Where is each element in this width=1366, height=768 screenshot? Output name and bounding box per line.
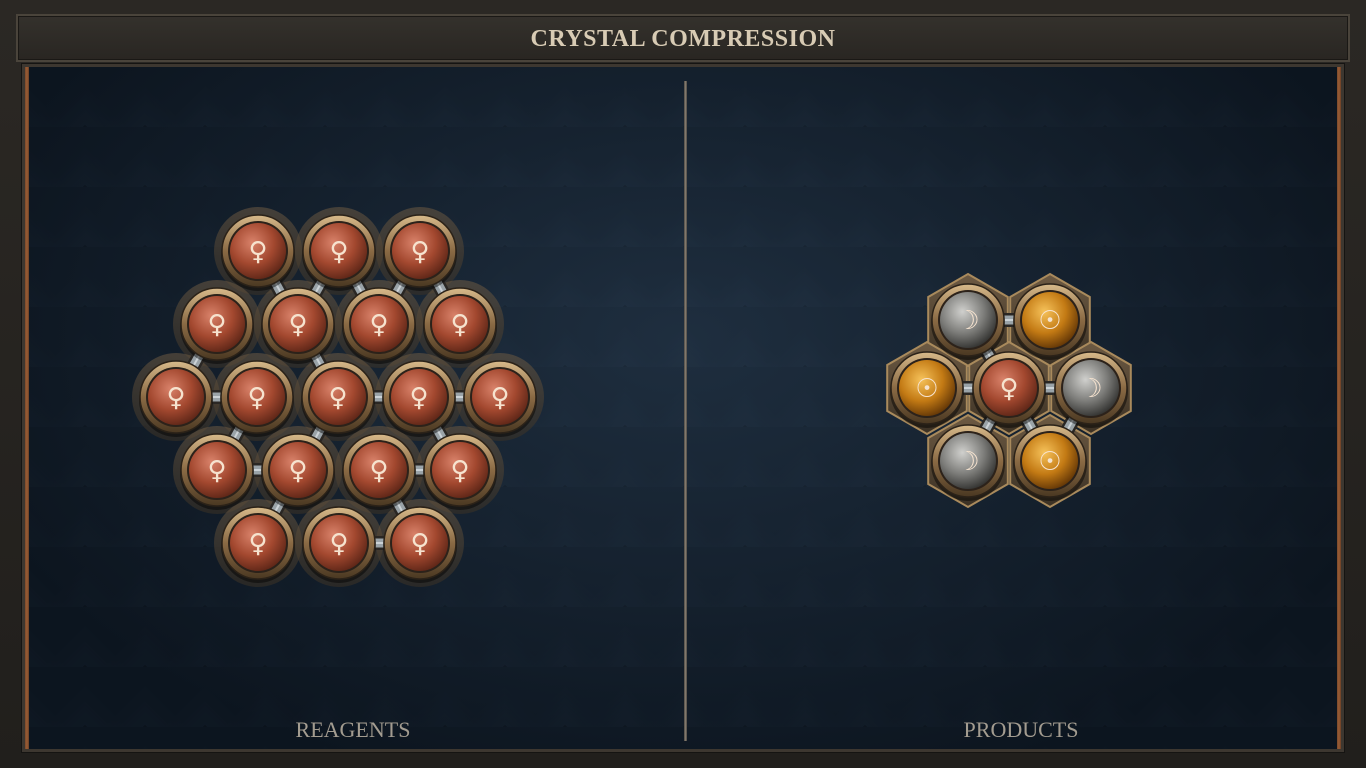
copper-atom: ♀ [302, 506, 376, 583]
panel-divider [684, 81, 687, 741]
copper-atom: ♀ [302, 214, 376, 291]
atom-symbol-copper: ♀ [450, 310, 469, 340]
venus-symbol-icon: ♀ [490, 383, 509, 413]
quicksilver-atom: ☽ [1054, 351, 1128, 428]
venus-symbol-icon: ♀ [409, 383, 428, 413]
atom-symbol-copper: ♀ [248, 529, 267, 559]
venus-symbol-icon: ♀ [288, 310, 307, 340]
atom-symbol-gold: ☉ [1038, 306, 1061, 336]
venus-symbol-icon: ♀ [248, 529, 267, 559]
venus-symbol-icon: ♀ [369, 456, 388, 486]
atom-symbol-copper: ♀ [166, 383, 185, 413]
venus-symbol-icon: ♀ [450, 310, 469, 340]
atom-symbol-copper: ♀ [410, 237, 429, 267]
atom-symbol-copper: ♀ [329, 237, 348, 267]
atom-symbol-copper: ♀ [207, 310, 226, 340]
crescent-moon-icon: ☽ [956, 447, 979, 477]
venus-symbol-icon: ♀ [329, 237, 348, 267]
atom-symbol-copper: ♀ [450, 456, 469, 486]
atom-symbol-copper: ♀ [247, 383, 266, 413]
crescent-moon-icon: ☽ [1079, 374, 1102, 404]
atom-symbol-quicksilver: ☽ [1079, 374, 1102, 404]
copper-atom: ♀ [423, 287, 497, 364]
puzzle-title: CRYSTAL COMPRESSION [530, 26, 836, 52]
copper-atom: ♀ [301, 360, 375, 437]
title-bar: CRYSTAL COMPRESSION [16, 14, 1350, 62]
venus-symbol-icon: ♀ [410, 529, 429, 559]
product-molecule: ☽ ☉ ☉ ♀ ☽ ☽ ☉ [886, 272, 1132, 509]
copper-atom: ♀ [221, 506, 295, 583]
copper-atom: ♀ [382, 360, 456, 437]
atom-symbol-gold: ☉ [1038, 447, 1061, 477]
copper-atom: ♀ [261, 287, 335, 364]
venus-symbol-icon: ♀ [410, 237, 429, 267]
copper-atom: ♀ [423, 433, 497, 510]
copper-atom: ♀ [383, 214, 457, 291]
atom-symbol-copper: ♀ [410, 529, 429, 559]
venus-symbol-icon: ♀ [207, 456, 226, 486]
venus-symbol-icon: ♀ [288, 456, 307, 486]
sun-symbol-icon: ☉ [915, 374, 938, 404]
venus-symbol-icon: ♀ [247, 383, 266, 413]
atom-symbol-copper: ♀ [369, 456, 388, 486]
window-frame: CRYSTAL COMPRESSION ♀ ♀ ♀ ♀ ♀ ♀ ♀ ♀ ♀ ♀ … [0, 0, 1366, 768]
gold-atom: ☉ [1013, 424, 1087, 501]
molecule-canvas: ♀ ♀ ♀ ♀ ♀ ♀ ♀ ♀ ♀ ♀ ♀ ♀ ♀ ♀ ♀ ♀ ♀ ♀ ♀ ☽ ☉ ☉ ♀ ☽ ☽ ☉ [132, 207, 1132, 587]
copper-atom: ♀ [261, 433, 335, 510]
atom-symbol-quicksilver: ☽ [956, 447, 979, 477]
gold-atom: ☉ [890, 351, 964, 428]
quicksilver-atom: ☽ [931, 283, 1005, 360]
atom-symbol-copper: ♀ [288, 310, 307, 340]
copper-atom: ♀ [463, 360, 537, 437]
venus-symbol-icon: ♀ [166, 383, 185, 413]
venus-symbol-icon: ♀ [207, 310, 226, 340]
atom-symbol-quicksilver: ☽ [956, 306, 979, 336]
copper-atom: ♀ [342, 433, 416, 510]
atom-symbol-gold: ☉ [915, 374, 938, 404]
venus-symbol-icon: ♀ [999, 374, 1018, 404]
venus-symbol-icon: ♀ [450, 456, 469, 486]
copper-atom: ♀ [220, 360, 294, 437]
puzzle-board: ♀ ♀ ♀ ♀ ♀ ♀ ♀ ♀ ♀ ♀ ♀ ♀ ♀ ♀ ♀ ♀ ♀ ♀ ♀ ☽ ☉ ☉ ♀ ☽ ☽ ☉ REAGENTS PRO… [21, 63, 1345, 753]
atom-symbol-copper: ♀ [329, 529, 348, 559]
copper-atom: ♀ [180, 433, 254, 510]
copper-atom: ♀ [342, 287, 416, 364]
venus-symbol-icon: ♀ [248, 237, 267, 267]
reagent-molecule: ♀ ♀ ♀ ♀ ♀ ♀ ♀ ♀ ♀ ♀ ♀ ♀ ♀ ♀ ♀ ♀ ♀ ♀ ♀ [132, 207, 544, 587]
atom-symbol-copper: ♀ [490, 383, 509, 413]
atom-symbol-copper: ♀ [248, 237, 267, 267]
copper-atom: ♀ [139, 360, 213, 437]
quicksilver-atom: ☽ [931, 424, 1005, 501]
sun-symbol-icon: ☉ [1038, 447, 1061, 477]
venus-symbol-icon: ♀ [329, 529, 348, 559]
venus-symbol-icon: ♀ [369, 310, 388, 340]
copper-atom: ♀ [383, 506, 457, 583]
atom-symbol-copper: ♀ [999, 374, 1018, 404]
gold-atom: ☉ [1013, 283, 1087, 360]
crescent-moon-icon: ☽ [956, 306, 979, 336]
atom-symbol-copper: ♀ [288, 456, 307, 486]
atom-symbol-copper: ♀ [369, 310, 388, 340]
atom-symbol-copper: ♀ [409, 383, 428, 413]
products-label: PRODUCTS [963, 717, 1079, 742]
sun-symbol-icon: ☉ [1038, 306, 1061, 336]
copper-atom: ♀ [972, 351, 1046, 428]
copper-atom: ♀ [180, 287, 254, 364]
copper-atom: ♀ [221, 214, 295, 291]
atom-symbol-copper: ♀ [207, 456, 226, 486]
atom-symbol-copper: ♀ [328, 383, 347, 413]
reagents-label: REAGENTS [295, 717, 411, 742]
venus-symbol-icon: ♀ [328, 383, 347, 413]
